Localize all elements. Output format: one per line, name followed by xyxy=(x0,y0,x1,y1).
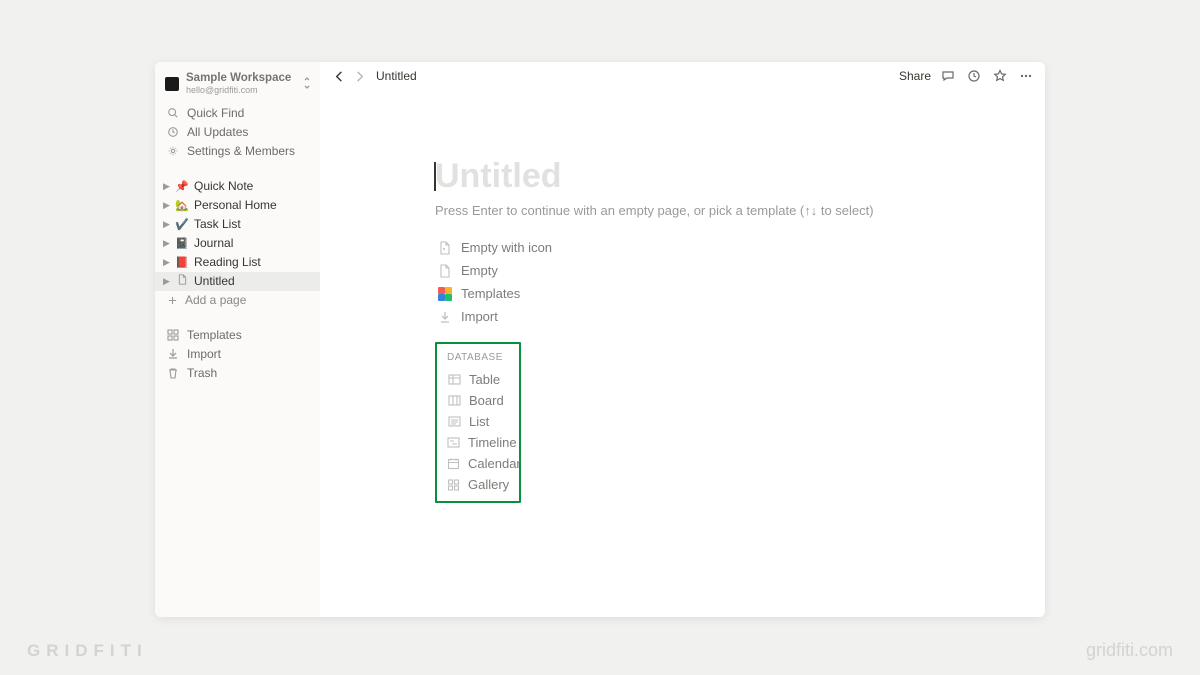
sidebar-page-untitled[interactable]: ▶ Untitled xyxy=(155,272,320,291)
template-import[interactable]: Import xyxy=(435,305,1025,328)
clock-icon xyxy=(167,126,179,138)
workspace-name: Sample Workspace xyxy=(186,72,291,85)
import-icon xyxy=(437,309,453,325)
caret-icon: ▶ xyxy=(163,257,173,268)
import-icon xyxy=(167,348,179,360)
search-icon xyxy=(167,107,179,119)
workspace-icon xyxy=(165,77,179,91)
watermark-left: GRIDFITI xyxy=(27,641,148,661)
comments-icon[interactable] xyxy=(939,67,957,85)
sidebar: Sample Workspace hello@gridfiti.com Quic… xyxy=(155,62,320,617)
page-sparkle-icon xyxy=(437,240,453,256)
sidebar-bottom-nav: Templates Import Trash xyxy=(155,326,320,383)
template-list: Empty with icon Empty Tem xyxy=(435,236,1025,328)
add-page-button[interactable]: Add a page xyxy=(155,291,320,310)
page-hint: Press Enter to continue with an empty pa… xyxy=(435,203,1025,218)
workspace-email: hello@gridfiti.com xyxy=(186,85,291,95)
trash-nav[interactable]: Trash xyxy=(155,364,320,383)
page-emoji: 📓 xyxy=(174,237,190,250)
main-panel: Untitled Share Untitled Press Enter to c… xyxy=(320,62,1045,617)
page-title-input[interactable]: Untitled xyxy=(435,158,1025,195)
plus-icon xyxy=(165,295,179,306)
calendar-icon xyxy=(447,457,460,471)
sidebar-page-reading-list[interactable]: ▶ 📕 Reading List xyxy=(155,253,320,272)
settings-members[interactable]: Settings & Members xyxy=(155,142,320,161)
gallery-icon xyxy=(447,478,460,492)
database-table[interactable]: Table xyxy=(447,369,509,390)
caret-icon: ▶ xyxy=(163,200,173,211)
page-emoji: 📕 xyxy=(174,256,190,269)
board-icon xyxy=(447,394,461,408)
favorite-icon[interactable] xyxy=(991,67,1009,85)
list-icon xyxy=(447,415,461,429)
watermark-right: gridfiti.com xyxy=(1086,640,1173,661)
database-gallery[interactable]: Gallery xyxy=(447,474,509,495)
template-empty[interactable]: Empty xyxy=(435,259,1025,282)
gear-icon xyxy=(167,145,179,157)
page-icon xyxy=(437,263,453,279)
caret-icon: ▶ xyxy=(163,276,173,287)
database-header: DATABASE xyxy=(447,352,509,363)
database-section: DATABASE Table Board List Timeline xyxy=(435,342,521,503)
caret-icon: ▶ xyxy=(163,181,173,192)
template-empty-with-icon[interactable]: Empty with icon xyxy=(435,236,1025,259)
database-board[interactable]: Board xyxy=(447,390,509,411)
sidebar-nav: Quick Find All Updates Settings & Member… xyxy=(155,102,320,163)
all-updates[interactable]: All Updates xyxy=(155,123,320,142)
forward-button[interactable] xyxy=(350,67,368,85)
sidebar-page-quick-note[interactable]: ▶ 📌 Quick Note xyxy=(155,177,320,196)
page-icon xyxy=(174,274,190,288)
templates-color-icon xyxy=(437,286,453,302)
share-button[interactable]: Share xyxy=(899,69,931,83)
page-content: Untitled Press Enter to continue with an… xyxy=(320,90,1045,617)
timeline-icon xyxy=(447,436,460,450)
database-calendar[interactable]: Calendar xyxy=(447,453,509,474)
updates-icon[interactable] xyxy=(965,67,983,85)
database-timeline[interactable]: Timeline xyxy=(447,432,509,453)
caret-icon: ▶ xyxy=(163,238,173,249)
breadcrumb-title[interactable]: Untitled xyxy=(376,69,417,83)
more-icon[interactable] xyxy=(1017,67,1035,85)
expand-icon xyxy=(302,76,312,90)
topbar: Untitled Share xyxy=(320,62,1045,90)
templates-nav[interactable]: Templates xyxy=(155,326,320,345)
caret-icon: ▶ xyxy=(163,219,173,230)
sidebar-page-personal-home[interactable]: ▶ 🏡 Personal Home xyxy=(155,196,320,215)
templates-icon xyxy=(167,329,179,341)
app-window: Sample Workspace hello@gridfiti.com Quic… xyxy=(155,62,1045,617)
workspace-switcher[interactable]: Sample Workspace hello@gridfiti.com xyxy=(155,64,320,102)
quick-find[interactable]: Quick Find xyxy=(155,104,320,123)
import-nav[interactable]: Import xyxy=(155,345,320,364)
template-templates[interactable]: Templates xyxy=(435,282,1025,305)
trash-icon xyxy=(167,367,179,379)
sidebar-page-task-list[interactable]: ▶ ✔️ Task List xyxy=(155,215,320,234)
database-list[interactable]: List xyxy=(447,411,509,432)
pages-list: ▶ 📌 Quick Note ▶ 🏡 Personal Home ▶ ✔️ Ta… xyxy=(155,177,320,310)
sidebar-page-journal[interactable]: ▶ 📓 Journal xyxy=(155,234,320,253)
page-emoji: ✔️ xyxy=(174,218,190,231)
back-button[interactable] xyxy=(330,67,348,85)
page-emoji: 🏡 xyxy=(174,199,190,212)
page-emoji: 📌 xyxy=(174,180,190,193)
table-icon xyxy=(447,373,461,387)
